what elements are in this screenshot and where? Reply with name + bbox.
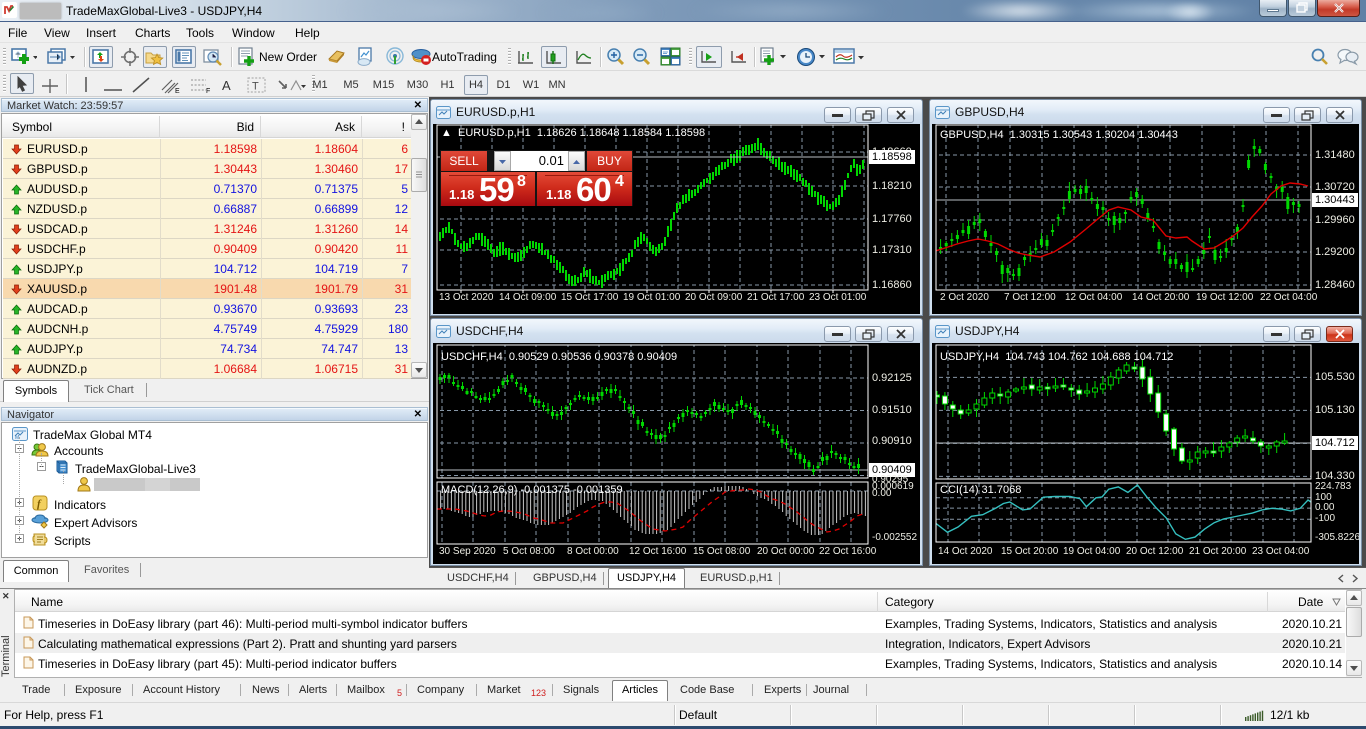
svg-text:F: F bbox=[206, 88, 210, 94]
svg-text:T: T bbox=[252, 81, 259, 93]
svg-text:E: E bbox=[175, 88, 180, 94]
